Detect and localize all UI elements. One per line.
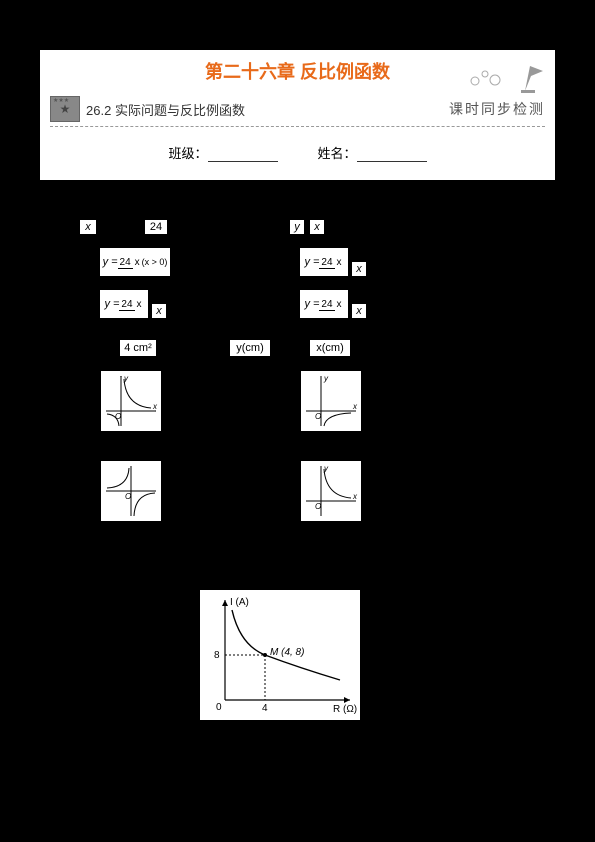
graph-option-c: O [100,460,162,522]
formula-c: y = 24x [100,290,148,318]
svg-text:O: O [125,492,131,501]
star-badge-icon: ★ [50,96,80,122]
circuit-graph: I (A) R (Ω) 0 M (4, 8) 8 4 [200,590,360,720]
formula-b: y = 24x [300,248,348,276]
formula-d: y = 24x [300,290,348,318]
graph-option-a: O y x [100,370,162,432]
lamp-decoration [465,56,545,96]
i-axis-label: I (A) [230,597,249,608]
section-number: 26.2 [86,103,111,118]
x-var-2: x [310,220,324,234]
divider [50,126,545,127]
name-label: 姓名： [318,146,357,161]
origin-label: 0 [216,702,222,713]
svg-text:O: O [315,502,321,511]
class-field: 班级： [168,143,277,162]
svg-text:y: y [323,374,329,383]
content-area: x 24 y x y = 24x (x > 0) y = 24x x y = 2… [0,190,595,842]
x-tick-4: 4 [262,703,268,714]
xcm-label: x(cm) [310,340,350,356]
section-text: 26.2 实际问题与反比例函数 [86,100,449,119]
svg-text:x: x [352,492,358,501]
graph-option-b: O y x [300,370,362,432]
x-tail-d: x [352,304,366,318]
svg-text:x: x [352,402,358,411]
point-m-label: M (4, 8) [270,647,304,658]
svg-text:O: O [315,412,321,421]
val-24: 24 [145,220,167,234]
class-label: 班级： [168,146,207,161]
x-tail-b: x [352,262,366,276]
ycm-label: y(cm) [230,340,270,356]
name-line [357,161,427,162]
x-var: x [80,220,96,234]
r-axis-label: R (Ω) [333,704,357,715]
name-field: 姓名： [318,143,427,162]
page-header: 第二十六章 反比例函数 ★ 26.2 实际问题与反比例函数 课时同步检测 班级：… [40,50,555,180]
graph-option-d: O y x [300,460,362,522]
y-tick-8: 8 [214,650,220,661]
class-line [208,161,278,162]
section-title: 实际问题与反比例函数 [115,103,245,118]
area-4cm2: 4 cm² [120,340,156,356]
y-var: y [290,220,304,234]
fill-row: 班级： 姓名： [40,143,555,162]
svg-text:O: O [115,412,121,421]
formula-a: y = 24x (x > 0) [100,248,170,276]
svg-text:x: x [152,402,158,411]
keshi-label: 课时同步检测 [449,99,545,119]
section-row: ★ 26.2 实际问题与反比例函数 课时同步检测 [40,96,555,122]
x-tail-c: x [152,304,166,318]
